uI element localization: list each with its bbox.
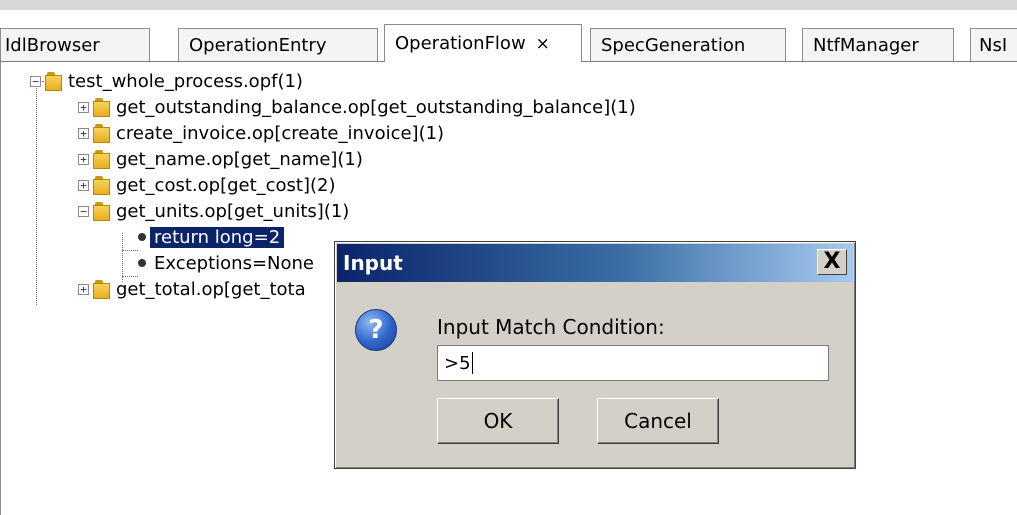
tree-node-label: get_name.op[get_name](1)	[116, 148, 363, 170]
collapse-icon[interactable]: −	[30, 75, 41, 87]
input-dialog: Input X ? Input Match Condition: >5 OK C…	[334, 241, 856, 469]
tree-guide	[122, 233, 123, 282]
bullet-icon	[138, 233, 146, 241]
ok-button[interactable]: OK	[437, 398, 559, 444]
folder-icon	[93, 279, 110, 299]
dialog-title: Input	[343, 251, 403, 275]
tree-node-label: get_units.op[get_units](1)	[116, 200, 350, 222]
tree-node[interactable]: + get_total.op[get_tota	[78, 276, 306, 302]
dialog-titlebar[interactable]: Input	[337, 244, 853, 282]
tab-label: IdlBrowser	[5, 34, 100, 56]
tree-node-label: create_invoice.op[create_invoice](1)	[116, 122, 445, 144]
folder-icon	[93, 201, 110, 221]
cancel-button[interactable]: Cancel	[597, 398, 719, 444]
tab-ntfmanager[interactable]: NtfManager	[802, 28, 954, 61]
tab-operationentry[interactable]: OperationEntry	[178, 28, 378, 61]
expand-icon[interactable]: +	[78, 153, 89, 165]
tree-leaf-selected[interactable]: return long=2	[134, 224, 285, 250]
expand-icon[interactable]: +	[78, 179, 89, 191]
tab-label: NtfManager	[813, 34, 919, 56]
input-prompt-label: Input Match Condition:	[437, 315, 665, 339]
folder-icon	[93, 123, 110, 143]
tab-label: NsI	[979, 34, 1008, 56]
tab-label: SpecGeneration	[601, 34, 746, 56]
collapse-icon[interactable]: −	[78, 205, 89, 217]
tab-label: OperationFlow	[395, 33, 526, 54]
tree-node-label: test_whole_process.opf(1)	[68, 70, 303, 92]
match-condition-input[interactable]: >5	[437, 345, 829, 381]
tree-node[interactable]: + create_invoice.op[create_invoice](1)	[78, 120, 444, 146]
tab-idlbrowser[interactable]: IdlBrowser	[0, 28, 150, 61]
tree-node-label: get_total.op[get_tota	[116, 278, 306, 300]
panel-border	[0, 62, 1, 515]
tree-node-label: get_cost.op[get_cost](2)	[116, 174, 336, 196]
tab-bar: IdlBrowser OperationEntry OperationFlow …	[0, 10, 1017, 62]
folder-icon	[45, 71, 62, 91]
tree-root[interactable]: − test_whole_process.opf(1)	[30, 68, 303, 94]
tree-node-label: Exceptions=None	[154, 252, 315, 274]
folder-icon	[93, 149, 110, 169]
tree-node-label: get_outstanding_balance.op[get_outstandi…	[116, 96, 636, 118]
tree-node[interactable]: − get_units.op[get_units](1)	[78, 198, 349, 224]
tree-leaf[interactable]: Exceptions=None	[134, 250, 314, 276]
expand-icon[interactable]: +	[78, 283, 89, 295]
folder-icon	[93, 97, 110, 117]
tree-node[interactable]: + get_name.op[get_name](1)	[78, 146, 363, 172]
tree-node[interactable]: + get_outstanding_balance.op[get_outstan…	[78, 94, 636, 120]
tree-node[interactable]: + get_cost.op[get_cost](2)	[78, 172, 336, 198]
tab-nsi[interactable]: NsI	[970, 28, 1017, 61]
tab-operationflow[interactable]: OperationFlow ×	[384, 24, 582, 62]
tab-specgeneration[interactable]: SpecGeneration	[590, 28, 786, 61]
tab-label: OperationEntry	[189, 34, 327, 56]
tree-guide	[36, 88, 37, 305]
input-value: >5	[444, 352, 471, 374]
expand-icon[interactable]: +	[78, 127, 89, 139]
tree-node-label: return long=2	[150, 226, 285, 248]
text-caret	[471, 352, 473, 374]
folder-icon	[93, 175, 110, 195]
close-icon[interactable]: ×	[536, 34, 550, 54]
question-icon: ?	[355, 309, 397, 351]
close-button[interactable]: X	[817, 249, 847, 275]
expand-icon[interactable]: +	[78, 101, 89, 113]
bullet-icon	[138, 259, 146, 267]
